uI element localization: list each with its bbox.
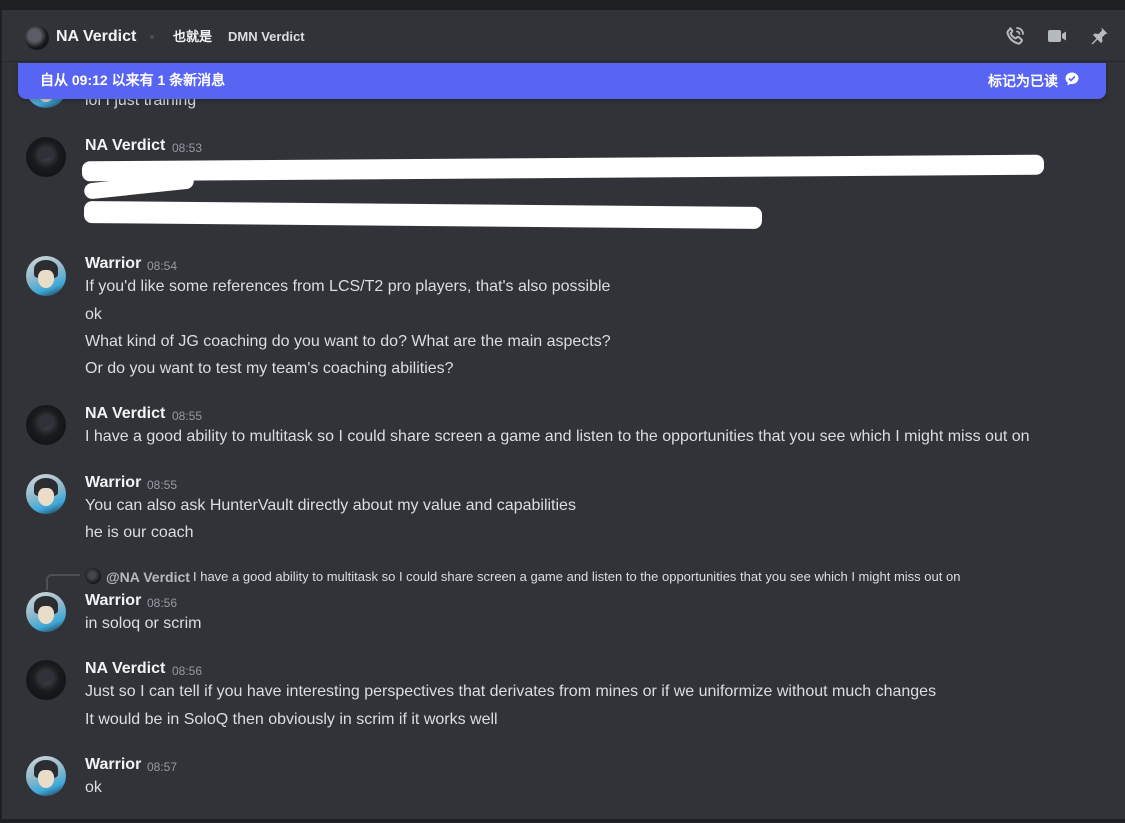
- timestamp: 08:56: [172, 664, 203, 678]
- message-text: You can also ask HunterVault directly ab…: [85, 497, 576, 514]
- pin-icon[interactable]: [1087, 24, 1111, 48]
- channel-header: NA Verdict 也就是 DMN Verdict: [2, 10, 1125, 62]
- timestamp: 08:57: [147, 760, 178, 774]
- author-name[interactable]: Warrior: [85, 254, 141, 274]
- aka-name: DMN Verdict: [228, 29, 305, 44]
- timestamp: 08:53: [172, 141, 203, 155]
- message-text: I have a good ability to multitask so I …: [85, 428, 1030, 445]
- avatar[interactable]: [26, 256, 66, 296]
- avatar[interactable]: [26, 474, 66, 514]
- message-text: in soloq or scrim: [85, 615, 202, 632]
- reply-mention[interactable]: @NA Verdict: [106, 569, 190, 585]
- reply-connector: [46, 574, 80, 590]
- new-messages-text: 自从 09:12 以来有 1 条新消息: [40, 72, 226, 88]
- message-text: It would be in SoloQ then obviously in s…: [85, 711, 498, 728]
- author-name[interactable]: Warrior: [85, 473, 141, 493]
- new-messages-banner[interactable]: 自从 09:12 以来有 1 条新消息 标记为已读: [18, 63, 1106, 99]
- dm-title[interactable]: NA Verdict: [56, 26, 136, 48]
- avatar[interactable]: [26, 592, 66, 632]
- reply-avatar[interactable]: [85, 568, 101, 584]
- message-text: Or do you want to test my team's coachin…: [85, 360, 454, 377]
- chat-window: NA Verdict 也就是 DMN Verdict 自从 09:12 以来有 …: [0, 0, 1125, 823]
- video-camera-icon[interactable]: [1045, 24, 1069, 48]
- avatar[interactable]: [26, 405, 66, 445]
- message-text: If you'd like some references from LCS/T…: [85, 278, 611, 295]
- avatar[interactable]: [26, 137, 66, 177]
- window-bottom-edge: [0, 819, 1125, 823]
- phone-call-icon[interactable]: [1003, 24, 1027, 48]
- dm-avatar[interactable]: [25, 26, 49, 50]
- timestamp: 08:55: [147, 478, 178, 492]
- message-text: he is our coach: [85, 524, 194, 541]
- separator-dot: [150, 35, 154, 39]
- header-toolbar: [1003, 24, 1111, 48]
- aka-label: 也就是: [173, 29, 213, 44]
- timestamp: 08:54: [147, 259, 178, 273]
- author-name[interactable]: NA Verdict: [85, 404, 165, 424]
- avatar[interactable]: [26, 660, 66, 700]
- mark-read-icon: [1064, 71, 1080, 91]
- timestamp: 08:55: [172, 409, 203, 423]
- author-name[interactable]: NA Verdict: [85, 136, 165, 156]
- reply-preview-text[interactable]: I have a good ability to multitask so I …: [193, 569, 960, 585]
- message-text: ok: [85, 306, 102, 323]
- mark-as-read-button[interactable]: 标记为已读: [988, 71, 1080, 91]
- author-name[interactable]: Warrior: [85, 755, 141, 775]
- message-text: What kind of JG coaching do you want to …: [85, 333, 611, 350]
- author-name[interactable]: Warrior: [85, 591, 141, 611]
- avatar[interactable]: [26, 756, 66, 796]
- message-list: lol I just training NA Verdict 08:53 War…: [0, 62, 1125, 819]
- message-text: Just so I can tell if you have interesti…: [85, 683, 937, 700]
- author-name[interactable]: NA Verdict: [85, 659, 165, 679]
- message-text: ok: [85, 779, 102, 796]
- timestamp: 08:56: [147, 596, 178, 610]
- window-top-edge: [0, 0, 1125, 10]
- mark-as-read-label: 标记为已读: [988, 73, 1058, 89]
- redaction-scribble: [81, 154, 1045, 182]
- redaction-scribble: [83, 201, 763, 229]
